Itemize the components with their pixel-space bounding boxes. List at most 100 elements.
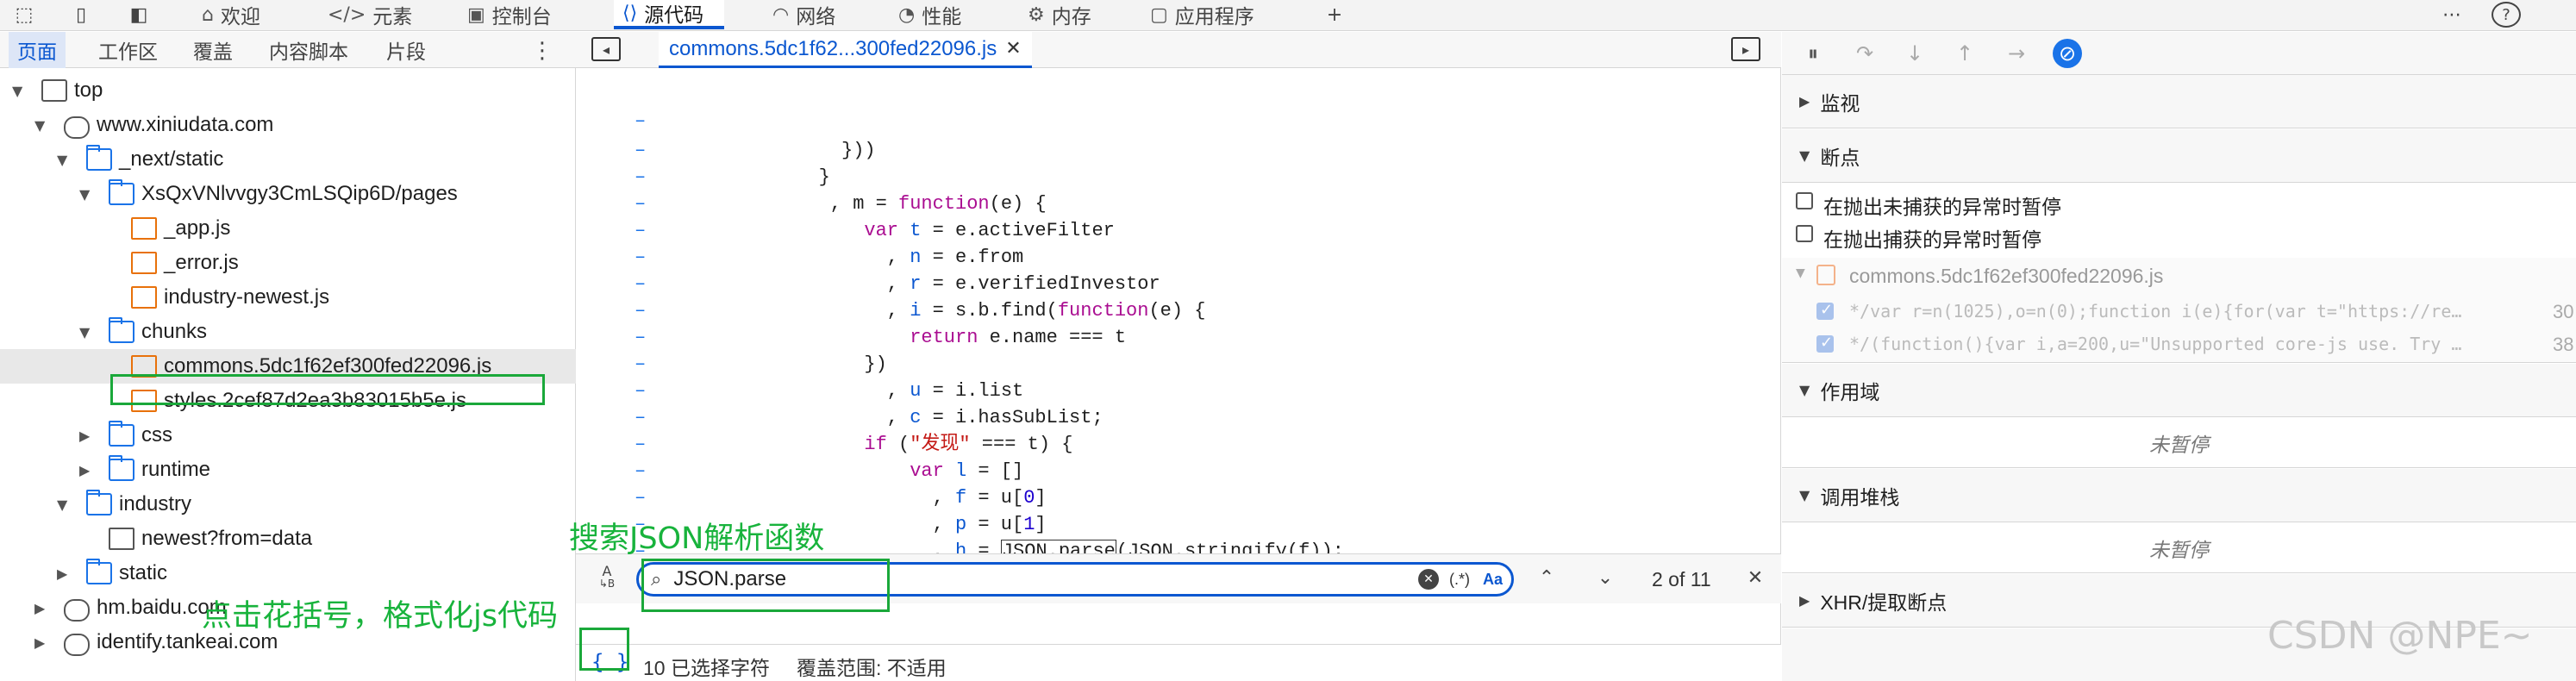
tab-home[interactable]: ⌂ 欢迎 — [202, 0, 260, 29]
line-gutter-marker[interactable]: – — [635, 297, 646, 324]
inspect-element-icon[interactable]: ⬚ — [9, 2, 40, 28]
collapse-icon[interactable]: ▼ — [12, 83, 22, 99]
expand-icon[interactable]: ▶ — [79, 428, 90, 444]
step-out-icon[interactable]: ↑ — [1949, 39, 1980, 68]
step-into-icon[interactable]: ↓ — [1899, 39, 1930, 68]
help-icon[interactable]: ? — [2492, 2, 2521, 28]
line-gutter-marker[interactable]: – — [635, 191, 646, 217]
deactivate-breakpoints-icon[interactable]: ⊘ — [2053, 39, 2082, 68]
tab-performance[interactable]: ◔ 性能 — [898, 0, 961, 29]
tree-item[interactable]: ▼ top — [0, 73, 576, 108]
tree-item[interactable]: ▶ css — [0, 418, 576, 453]
file-tab[interactable]: commons.5dc1f62...300fed22096.js ✕ — [659, 32, 1032, 68]
line-gutter-marker[interactable]: – — [635, 164, 646, 191]
close-search-icon[interactable]: ✕ — [1740, 565, 1771, 590]
collapse-icon[interactable]: ▼ — [1796, 266, 1805, 280]
breakpoint-line: 38 — [2553, 334, 2574, 355]
scope-section[interactable]: ▼ 作用域 — [1782, 364, 2576, 417]
tree-item[interactable]: ▼ _next/static — [0, 142, 576, 177]
next-match-icon[interactable]: ⌄ — [1590, 565, 1621, 590]
tab-label: 欢迎 — [220, 5, 260, 28]
toggle-debugger-icon[interactable]: ▸ — [1731, 37, 1760, 61]
tree-item-label: industry-newest.js — [164, 285, 330, 309]
tab-page[interactable]: 页面 — [9, 32, 66, 68]
tab-content-scripts[interactable]: 内容脚本 — [269, 32, 348, 68]
tree-item[interactable]: ▼ www.xiniudata.com — [0, 108, 576, 142]
replace-toggle-icon[interactable]: A ↳B — [590, 565, 624, 590]
device-toolbar-icon[interactable]: ▯ — [66, 2, 97, 28]
expand-icon[interactable]: ▶ — [57, 565, 67, 582]
tab-overrides[interactable]: 覆盖 — [193, 32, 233, 68]
tab-wifi[interactable]: ◠ 网络 — [772, 0, 835, 29]
code-line: – return e.name === t — [576, 324, 1781, 351]
tab-application[interactable]: ▢ 应用程序 — [1150, 0, 1254, 29]
tree-item[interactable]: newest?from=data — [0, 522, 576, 556]
breakpoint-checkbox[interactable] — [1816, 301, 1834, 320]
code-line: – , n = e.from — [576, 244, 1781, 271]
breakpoint-list: ▼ commons.5dc1f62ef300fed22096.js */var … — [1782, 258, 2576, 363]
collapse-icon[interactable]: ▼ — [57, 152, 67, 168]
breakpoint-code[interactable]: */(function(){var i,a=200,u="Unsupported… — [1849, 334, 2522, 354]
tree-item[interactable]: ▼ industry — [0, 487, 576, 522]
tab-console[interactable]: ▣ 控制台 — [467, 0, 552, 29]
step-over-icon[interactable]: ↷ — [1849, 39, 1880, 68]
line-gutter-marker[interactable]: – — [635, 271, 646, 297]
more-options-icon[interactable]: ⋯ — [2436, 2, 2467, 28]
collapse-icon[interactable]: ▼ — [57, 497, 67, 513]
tab-workspace[interactable]: 工作区 — [98, 32, 158, 68]
collapse-icon[interactable]: ▼ — [34, 117, 45, 134]
collapse-icon[interactable]: ▼ — [79, 186, 90, 203]
line-gutter-marker[interactable]: – — [635, 351, 646, 378]
tree-item-label: www.xiniudata.com — [97, 113, 274, 136]
line-gutter-marker[interactable]: – — [635, 137, 646, 164]
toggle-sidebar-icon[interactable]: ◧ — [126, 2, 152, 28]
navigator-more-icon[interactable]: ⋮ — [531, 32, 553, 68]
code-editor[interactable]: – –})) –} –, m = function(e) {– var t = e.ac… — [576, 68, 1781, 585]
tab-label: 源代码 — [644, 3, 704, 26]
watch-section[interactable]: ▶ 监视 — [1782, 75, 2576, 128]
breakpoint-code[interactable]: */var r=n(1025),o=n(0);function i(e){for… — [1849, 301, 2522, 322]
breakpoints-section[interactable]: ▼ 断点 — [1782, 129, 2576, 183]
tab-snippets[interactable]: 片段 — [386, 32, 426, 68]
tree-item[interactable]: _app.js — [0, 211, 576, 246]
expand-icon[interactable]: ▶ — [79, 462, 90, 478]
regex-toggle[interactable]: (.*) — [1449, 571, 1470, 589]
tab-sources[interactable]: ⟨⟩ 源代码 — [614, 0, 725, 29]
pause-caught-checkbox[interactable] — [1796, 225, 1813, 242]
line-gutter-marker[interactable]: – — [635, 404, 646, 431]
tree-item[interactable]: industry-newest.js — [0, 280, 576, 315]
breakpoint-file[interactable]: commons.5dc1f62ef300fed22096.js — [1849, 265, 2163, 288]
previous-match-icon[interactable]: ⌃ — [1531, 565, 1562, 590]
line-gutter-marker[interactable]: – — [635, 244, 646, 271]
step-icon[interactable]: → — [2001, 39, 2032, 68]
line-gutter-marker[interactable]: – — [635, 484, 646, 511]
pause-uncaught-checkbox[interactable] — [1796, 192, 1813, 209]
code-text: , p = u[1] — [932, 514, 1047, 535]
folder-icon — [109, 421, 134, 447]
close-icon[interactable]: ✕ — [1005, 38, 1021, 59]
collapse-icon[interactable]: ▼ — [79, 324, 90, 340]
tab-elements[interactable]: </> 元素 — [328, 0, 412, 29]
tree-item[interactable]: _error.js — [0, 246, 576, 280]
tree-item[interactable]: ▶ runtime — [0, 453, 576, 487]
call-stack-section[interactable]: ▼ 调用堆栈 — [1782, 469, 2576, 522]
line-gutter-marker[interactable]: – — [635, 431, 646, 458]
line-gutter-marker[interactable]: – — [635, 378, 646, 404]
tab-memory[interactable]: ⚙ 内存 — [1028, 0, 1091, 29]
tree-item[interactable]: ▼ XsQxVNlvvgy3CmLSQip6D/pages — [0, 177, 576, 211]
line-gutter-marker[interactable]: – — [635, 324, 646, 351]
line-gutter-marker[interactable]: – — [635, 217, 646, 244]
tree-item-label: top — [74, 78, 103, 102]
pause-resume-icon[interactable]: ⏸ — [1798, 39, 1829, 68]
expand-icon[interactable]: ▶ — [34, 634, 45, 651]
breakpoint-checkbox[interactable] — [1816, 334, 1834, 353]
toggle-navigator-icon[interactable]: ◂ — [591, 37, 621, 61]
clear-search-icon[interactable]: ✕ — [1418, 569, 1439, 590]
expand-icon[interactable]: ▶ — [34, 600, 45, 616]
tree-item[interactable]: ▶ static — [0, 556, 576, 590]
folder-icon — [109, 455, 134, 481]
case-sensitive-toggle[interactable]: Aa — [1483, 571, 1503, 589]
add-tab-icon[interactable]: + — [1319, 2, 1350, 28]
line-gutter-marker[interactable]: – — [635, 458, 646, 484]
tree-item[interactable]: ▼ chunks — [0, 315, 576, 349]
